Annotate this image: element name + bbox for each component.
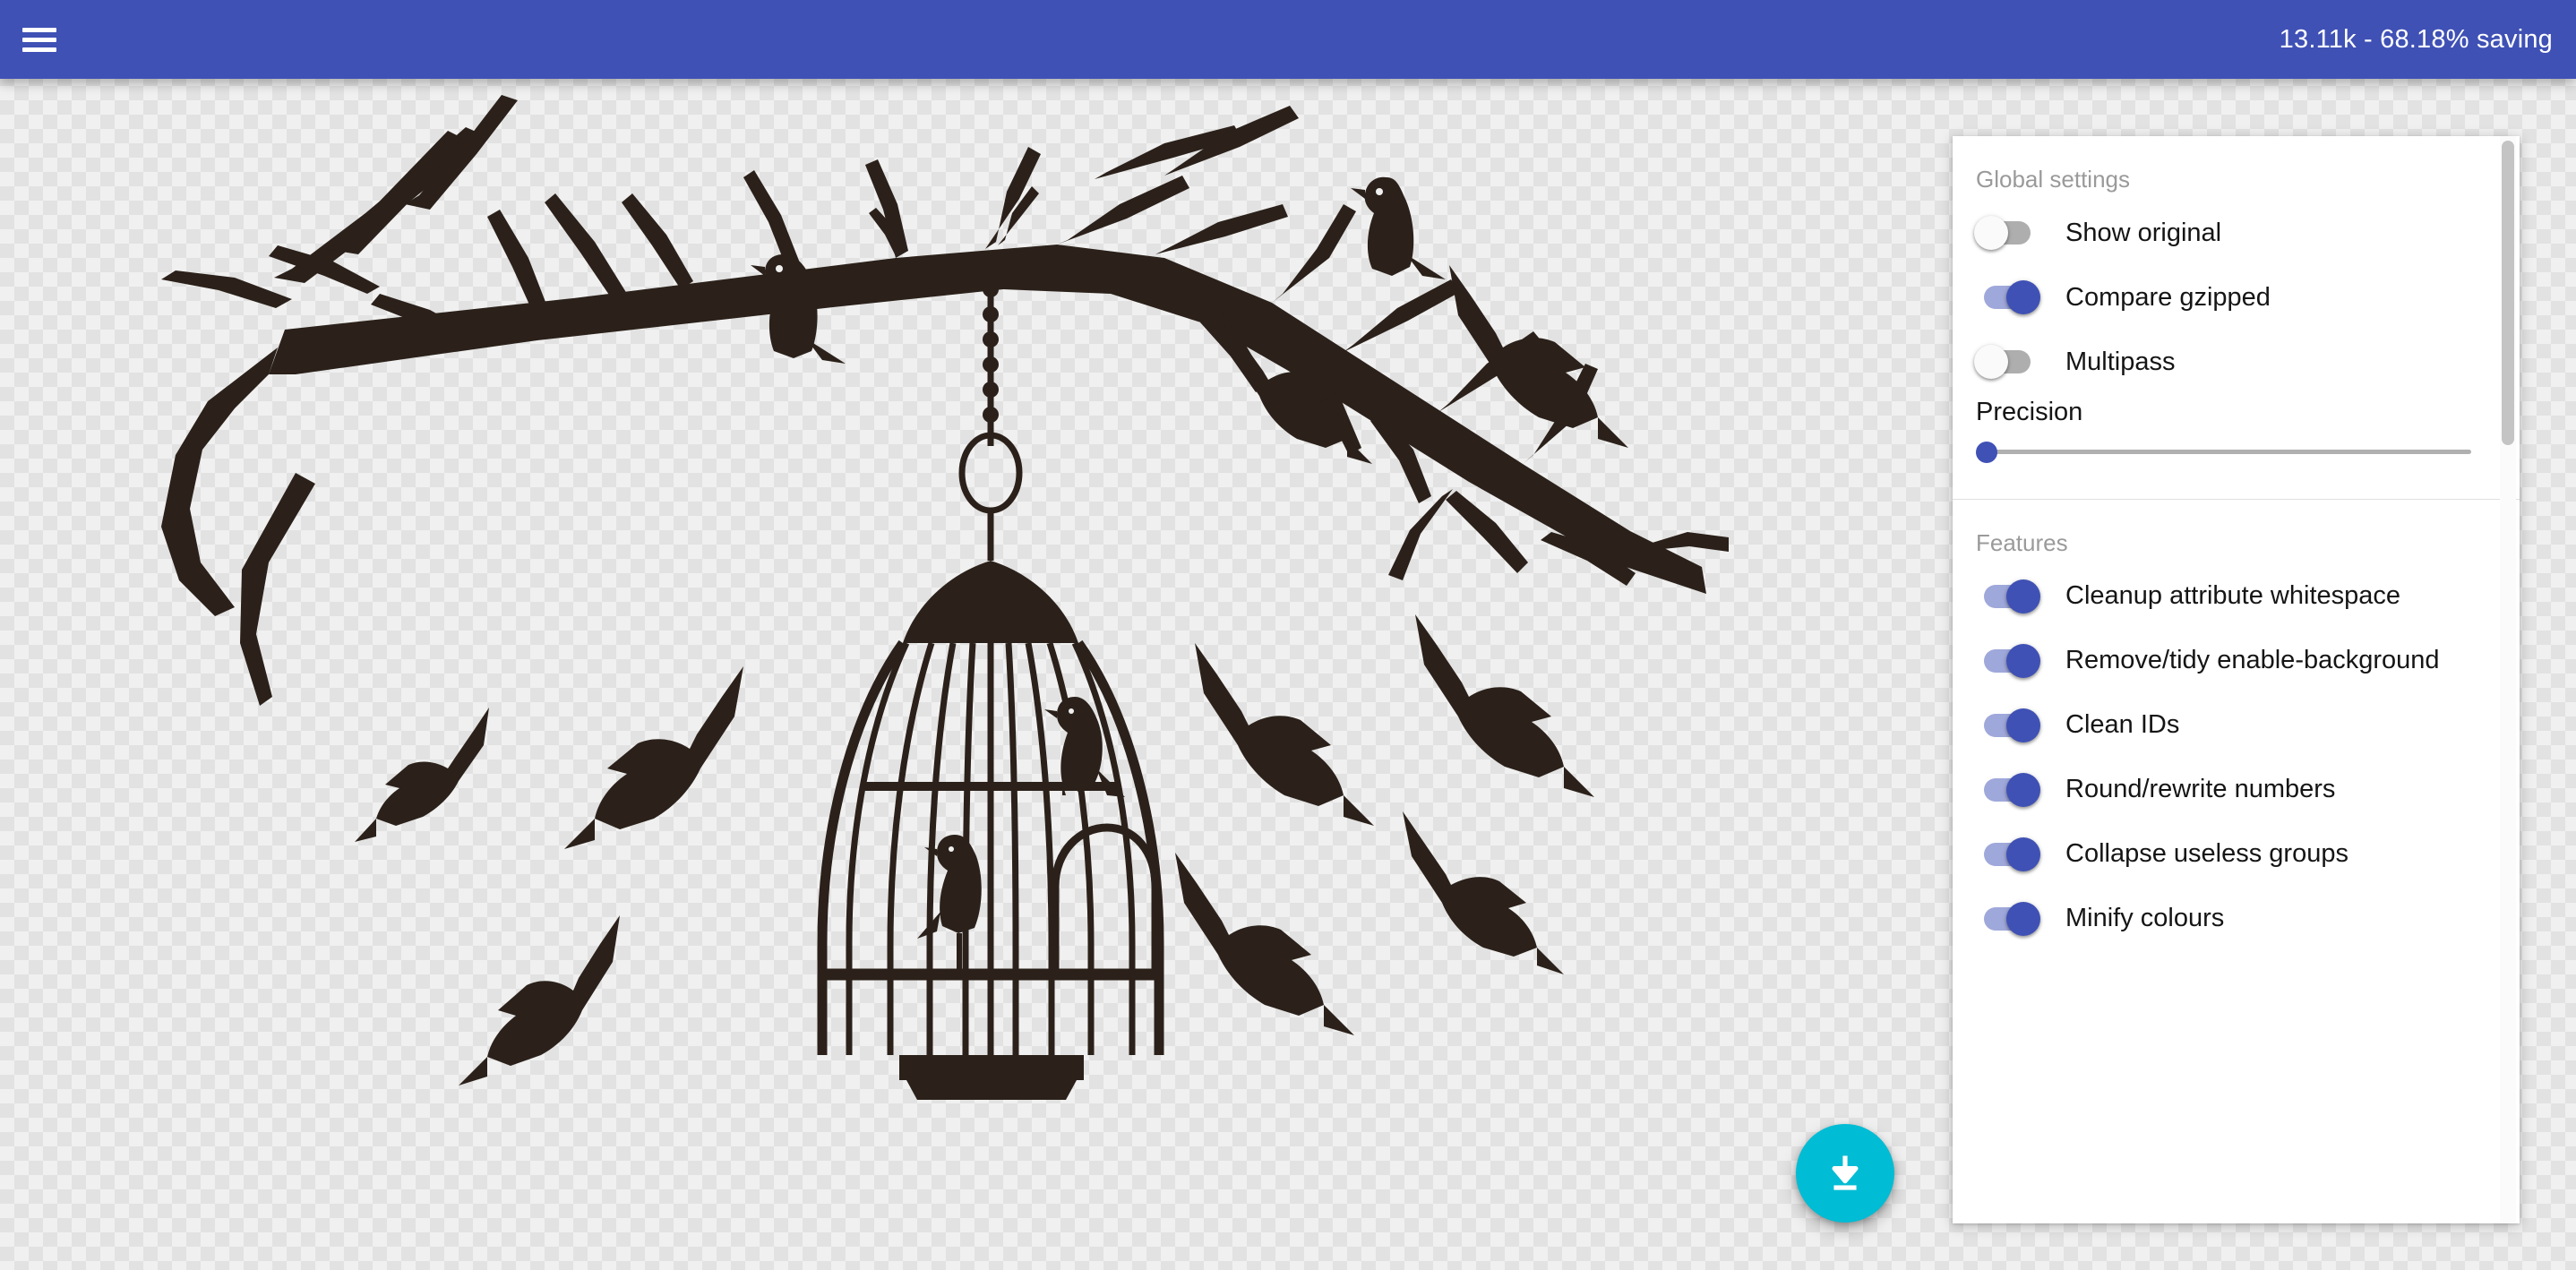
svgomg-app: 13.11k - 68.18% saving Global settings S…	[0, 0, 2576, 1270]
toggle-cleanup-attribute-whitespace[interactable]	[1974, 579, 2040, 614]
settings-scrollbar[interactable]	[2500, 136, 2516, 1223]
toggle-knob	[2006, 579, 2040, 614]
settings-scroll-area[interactable]: Global settings Show original Compare gz…	[1953, 136, 2520, 1223]
setting-remove-tidy-enable-background[interactable]: Remove/tidy enable-background	[1953, 629, 2520, 693]
toggle-clean-ids[interactable]	[1974, 708, 2040, 743]
setting-label-clean-ids: Clean IDs	[2065, 710, 2180, 740]
setting-cleanup-attribute-whitespace[interactable]: Cleanup attribute whitespace	[1953, 564, 2520, 629]
toggle-knob	[2006, 279, 2040, 314]
setting-label-cleanup-attribute-whitespace: Cleanup attribute whitespace	[2065, 581, 2401, 611]
setting-label-show-original: Show original	[2065, 218, 2222, 247]
settings-panel: Global settings Show original Compare gz…	[1953, 136, 2520, 1223]
setting-label-minify-colours: Minify colours	[2065, 904, 2225, 933]
setting-compare-gzipped[interactable]: Compare gzipped	[1953, 265, 2520, 330]
setting-label-multipass: Multipass	[2065, 347, 2176, 376]
download-button[interactable]	[1796, 1124, 1894, 1223]
hamburger-menu-icon	[22, 27, 56, 52]
setting-label-compare-gzipped: Compare gzipped	[2065, 282, 2271, 312]
setting-show-original[interactable]: Show original	[1953, 201, 2520, 265]
setting-round-rewrite-numbers[interactable]: Round/rewrite numbers	[1953, 758, 2520, 822]
section-features: Features Cleanup attribute whitespace Re…	[1953, 500, 2520, 967]
setting-label-round-rewrite-numbers: Round/rewrite numbers	[2065, 775, 2336, 804]
section-title-global: Global settings	[1976, 166, 2130, 193]
setting-precision[interactable]: Precision	[1953, 394, 2520, 483]
setting-minify-colours[interactable]: Minify colours	[1953, 887, 2520, 951]
savings-status: 13.11k - 68.18% saving	[2279, 24, 2553, 54]
toggle-show-original[interactable]	[1974, 215, 2040, 251]
toggle-knob	[2006, 901, 2040, 936]
section-title-features: Features	[1976, 528, 2068, 556]
toggle-round-rewrite-numbers[interactable]	[1974, 772, 2040, 808]
toggle-multipass[interactable]	[1974, 344, 2040, 380]
toggle-collapse-useless-groups[interactable]	[1974, 837, 2040, 872]
menu-button[interactable]	[0, 0, 79, 79]
toggle-remove-tidy-enable-background[interactable]	[1974, 643, 2040, 679]
setting-label-precision: Precision	[1976, 397, 2083, 426]
slider-thumb[interactable]	[1976, 441, 1997, 463]
setting-label-collapse-useless-groups: Collapse useless groups	[2065, 839, 2348, 869]
precision-slider[interactable]	[1976, 440, 2496, 463]
toggle-knob	[2006, 837, 2040, 871]
scrollbar-thumb[interactable]	[2502, 141, 2514, 445]
toggle-knob	[2006, 772, 2040, 807]
setting-collapse-useless-groups[interactable]: Collapse useless groups	[1953, 822, 2520, 887]
setting-label-remove-tidy-enable-background: Remove/tidy enable-background	[2065, 646, 2440, 675]
setting-clean-ids[interactable]: Clean IDs	[1953, 693, 2520, 758]
app-header: 13.11k - 68.18% saving	[0, 0, 2576, 79]
toggle-knob	[2006, 643, 2040, 678]
section-global-settings: Global settings Show original Compare gz…	[1953, 136, 2520, 500]
toggle-compare-gzipped[interactable]	[1974, 279, 2040, 315]
toggle-knob	[2006, 708, 2040, 742]
toggle-knob	[1974, 215, 2008, 250]
download-arrow-icon	[1832, 1155, 1859, 1190]
toggle-minify-colours[interactable]	[1974, 901, 2040, 937]
setting-multipass[interactable]: Multipass	[1953, 330, 2520, 394]
toggle-knob	[1974, 344, 2008, 379]
slider-rail	[1983, 449, 2471, 454]
